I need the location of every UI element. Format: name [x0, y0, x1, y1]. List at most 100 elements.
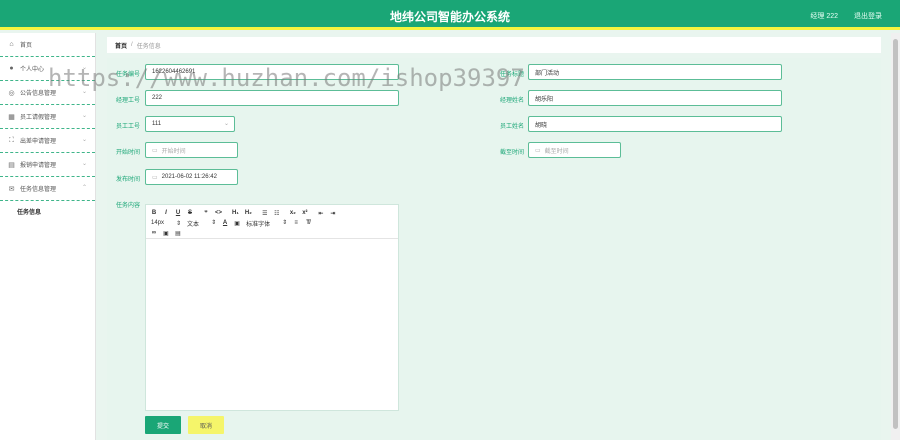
video-icon[interactable]: ▤ — [175, 230, 181, 237]
publish-time-label: 发布时间 — [116, 177, 141, 183]
employee-name-input[interactable]: 胡晓 — [528, 116, 782, 132]
subscript-button[interactable]: x₂ — [290, 210, 296, 216]
watermark: https://www.huzhan.com/ishop39397 — [48, 64, 525, 92]
calendar-icon: ▭ — [535, 147, 541, 154]
reimburse-icon: ▤ — [8, 161, 15, 169]
cancel-button[interactable]: 取消 — [188, 416, 224, 434]
sidebar-item-label: 任务信息管理 — [20, 187, 57, 193]
content-label: 任务内容 — [116, 203, 141, 209]
bullet-list-button[interactable]: ☷ — [274, 210, 280, 217]
select-arrow-icon: ⇕ — [211, 219, 217, 226]
quote-button[interactable]: ❞ — [203, 210, 209, 217]
logout-link[interactable]: 退出登录 — [854, 11, 882, 21]
font-size-value: 14px — [151, 219, 165, 226]
home-icon: ⌂ — [9, 41, 14, 48]
task-title-input[interactable]: 部门活动 — [528, 64, 782, 80]
toolbar-row-insert: ∞ ▣ ▤ — [151, 228, 393, 238]
start-time-picker[interactable]: ▭ 开始时间 — [145, 142, 238, 158]
toolbar-row-formatting: B I U S ❞ <> H₁ H₂ ☰ ☷ x₂ x² ⇤ ⇥ — [151, 208, 393, 218]
header-select[interactable]: 文本 ⇕ — [187, 219, 216, 228]
clear-format-icon[interactable]: T̸ — [305, 220, 311, 226]
start-time-placeholder: 开始时间 — [161, 148, 186, 155]
align-icon[interactable]: ≡ — [293, 220, 299, 226]
manager-name-input[interactable]: 胡乐阳 — [528, 90, 782, 106]
rich-text-editor: B I U S ❞ <> H₁ H₂ ☰ ☷ x₂ x² ⇤ ⇥ 14px ⇕ … — [145, 204, 399, 411]
sidebar-item-trip[interactable]: ⛶ 出差申请管理 ⌄ — [0, 129, 95, 153]
sidebar: ⌂ 首页 ● 个人中心 ⌄ ◎ 公告信息管理 ⌄ ▦ 员工请假管理 ⌄ ⛶ 出差… — [0, 33, 96, 440]
sidebar-subitem-task-info[interactable]: 任务信息 — [0, 201, 95, 221]
calendar-icon: ▭ — [152, 174, 158, 181]
employee-no-value: 111 — [152, 121, 162, 127]
manager-name-label: 经理姓名 — [500, 98, 525, 104]
chevron-down-icon: ⌄ — [223, 121, 229, 127]
sidebar-item-label: 报销申请管理 — [20, 163, 57, 169]
employee-name-label: 员工姓名 — [500, 124, 525, 130]
trip-icon: ⛶ — [9, 136, 14, 144]
current-user: 经理 222 — [810, 13, 838, 20]
underline-button[interactable]: U — [175, 210, 181, 216]
notice-icon: ◎ — [8, 89, 15, 97]
image-icon[interactable]: ▣ — [163, 230, 169, 237]
employee-no-label: 员工工号 — [116, 124, 141, 130]
editor-content-area[interactable] — [146, 239, 398, 409]
manager-no-input[interactable]: 222 — [145, 90, 399, 106]
manager-no-value: 222 — [152, 95, 163, 101]
manager-name-value: 胡乐阳 — [535, 96, 554, 103]
employee-no-select[interactable]: 111 ⌄ — [145, 116, 235, 132]
manager-no-label: 经理工号 — [116, 98, 141, 104]
employee-name-value: 胡晓 — [535, 122, 548, 129]
sidebar-item-label: 个人中心 — [20, 67, 45, 73]
leave-icon: ▦ — [8, 113, 15, 121]
italic-button[interactable]: I — [163, 210, 169, 216]
font-family-select[interactable]: 标准字体 ⇕ — [246, 219, 287, 228]
submit-button[interactable]: 提交 — [145, 416, 181, 434]
link-icon[interactable]: ∞ — [151, 230, 157, 236]
header-select-value: 文本 — [187, 221, 200, 228]
toolbar-row-style: 14px ⇕ 文本 ⇕ A ▣ 标准字体 ⇕ ≡ T̸ — [151, 218, 393, 228]
code-button[interactable]: <> — [215, 210, 222, 216]
breadcrumb: 首页 / 任务信息 — [107, 37, 881, 53]
scrollbar-thumb[interactable] — [893, 39, 898, 429]
text-color-icon[interactable]: A — [222, 220, 228, 226]
strike-button[interactable]: S — [187, 210, 193, 216]
task-title-value: 部门活动 — [535, 70, 560, 77]
chevron-down-icon: ⌄ — [81, 137, 87, 143]
editor-toolbar: B I U S ❞ <> H₁ H₂ ☰ ☷ x₂ x² ⇤ ⇥ 14px ⇕ … — [146, 205, 398, 239]
ordered-list-button[interactable]: ☰ — [262, 210, 268, 217]
app-title: 地纬公司智能办公系统 — [389, 10, 510, 24]
breadcrumb-separator: / — [131, 42, 133, 48]
breadcrumb-home[interactable]: 首页 — [115, 41, 127, 50]
sidebar-item-label: 出差申请管理 — [20, 139, 57, 145]
task-icon: ✉ — [8, 185, 15, 193]
font-family-value: 标准字体 — [246, 221, 271, 228]
sidebar-item-home[interactable]: ⌂ 首页 — [0, 33, 95, 57]
sidebar-item-task[interactable]: ✉ 任务信息管理 ⌃ — [0, 177, 95, 201]
breadcrumb-current: 任务信息 — [136, 43, 161, 50]
h2-button[interactable]: H₂ — [245, 210, 252, 216]
chevron-up-icon: ⌃ — [81, 185, 87, 191]
user-icon: ● — [9, 65, 14, 72]
sidebar-item-reimburse[interactable]: ▤ 报销申请管理 ⌄ — [0, 153, 95, 177]
page-scrollbar[interactable] — [891, 33, 900, 440]
chevron-down-icon: ⌄ — [81, 161, 87, 167]
publish-time-value: 2021-06-02 11:26:42 — [161, 174, 217, 180]
publish-time-picker[interactable]: ▭ 2021-06-02 11:26:42 — [145, 169, 238, 185]
deadline-placeholder: 截至时间 — [544, 148, 569, 155]
calendar-icon: ▭ — [152, 147, 158, 154]
bold-button[interactable]: B — [151, 210, 157, 216]
deadline-label: 截至时间 — [500, 150, 525, 156]
deadline-picker[interactable]: ▭ 截至时间 — [528, 142, 621, 158]
outdent-button[interactable]: ⇤ — [318, 210, 324, 217]
background-color-icon[interactable]: ▣ — [234, 220, 240, 227]
start-time-label: 开始时间 — [116, 150, 141, 156]
superscript-button[interactable]: x² — [302, 210, 308, 216]
indent-button[interactable]: ⇥ — [330, 210, 336, 217]
sidebar-item-label: 首页 — [20, 43, 33, 49]
select-arrow-icon: ⇕ — [176, 220, 182, 227]
top-bar: 地纬公司智能办公系统 经理 222 退出登录 — [0, 0, 900, 30]
select-arrow-icon: ⇕ — [282, 219, 288, 226]
h1-button[interactable]: H₁ — [232, 210, 239, 216]
chevron-down-icon: ⌄ — [81, 113, 87, 119]
font-size-select[interactable]: 14px ⇕ — [151, 220, 181, 227]
sidebar-item-leave[interactable]: ▦ 员工请假管理 ⌄ — [0, 105, 95, 129]
